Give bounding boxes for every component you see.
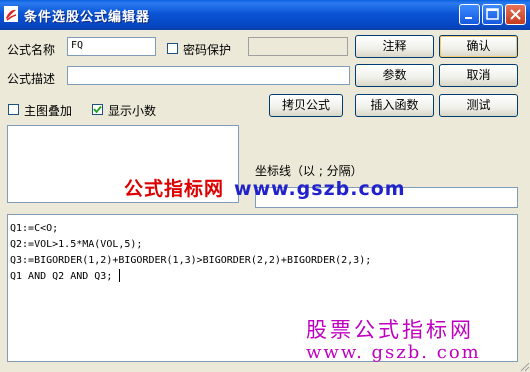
comment-button[interactable]: 注释 [355, 35, 434, 58]
formula-name-label: 公式名称 [7, 43, 56, 57]
ok-button[interactable]: 确认 [439, 35, 518, 58]
copy-formula-button[interactable]: 拷贝公式 [269, 94, 343, 117]
app-icon [4, 6, 18, 22]
code-line: Q2:=VOL>1.5*MA(VOL,5); [10, 239, 143, 250]
watermark-top-en: www.gszb.com [234, 178, 406, 200]
params-button[interactable]: 参数 [355, 64, 434, 87]
code-line: Q3:=BIGORDER(1,2)+BIGORDER(1,3)>BIGORDER… [10, 255, 372, 266]
text-caret [119, 269, 120, 282]
overlay-label: 主图叠加 [24, 104, 73, 118]
code-line: Q1:=C<O; [10, 223, 59, 234]
overlay-checkbox[interactable] [8, 104, 19, 115]
password-checkbox[interactable] [167, 43, 178, 54]
decimals-label: 显示小数 [108, 104, 157, 118]
minimize-button[interactable] [459, 4, 480, 25]
formula-desc-label: 公式描述 [7, 72, 56, 86]
formula-editor-window: 条件选股公式编辑器 公式名称 FQ 密码保护 注释 确认 公式描述 参数 取消 … [0, 0, 530, 372]
close-icon [510, 9, 521, 20]
watermark-bottom-en: www. gszb. com [306, 342, 481, 363]
cancel-button[interactable]: 取消 [439, 64, 518, 87]
watermark-bottom-cn: 股票公式指标网 [306, 318, 474, 342]
maximize-icon [486, 8, 499, 20]
watermark-top-cn: 公式指标网 [124, 178, 225, 200]
maximize-button[interactable] [482, 4, 503, 25]
decimals-checkbox[interactable] [92, 104, 103, 115]
resize-grip-icon[interactable] [518, 360, 530, 372]
watermark-top: 公式指标网 www.gszb.com [124, 174, 406, 201]
code-line: Q1 AND Q2 AND Q3; [10, 271, 113, 282]
formula-name-input[interactable]: FQ [67, 37, 156, 56]
window-title: 条件选股公式编辑器 [24, 10, 151, 25]
close-button[interactable] [505, 4, 526, 25]
test-button[interactable]: 测试 [439, 94, 518, 117]
title-bar[interactable]: 条件选股公式编辑器 [0, 0, 530, 30]
password-input[interactable] [248, 37, 348, 56]
minimize-icon [465, 17, 472, 19]
password-label: 密码保护 [183, 43, 232, 57]
insert-function-button[interactable]: 插入函数 [355, 94, 434, 117]
checkmark-icon [93, 105, 102, 114]
formula-desc-input[interactable] [67, 66, 350, 85]
